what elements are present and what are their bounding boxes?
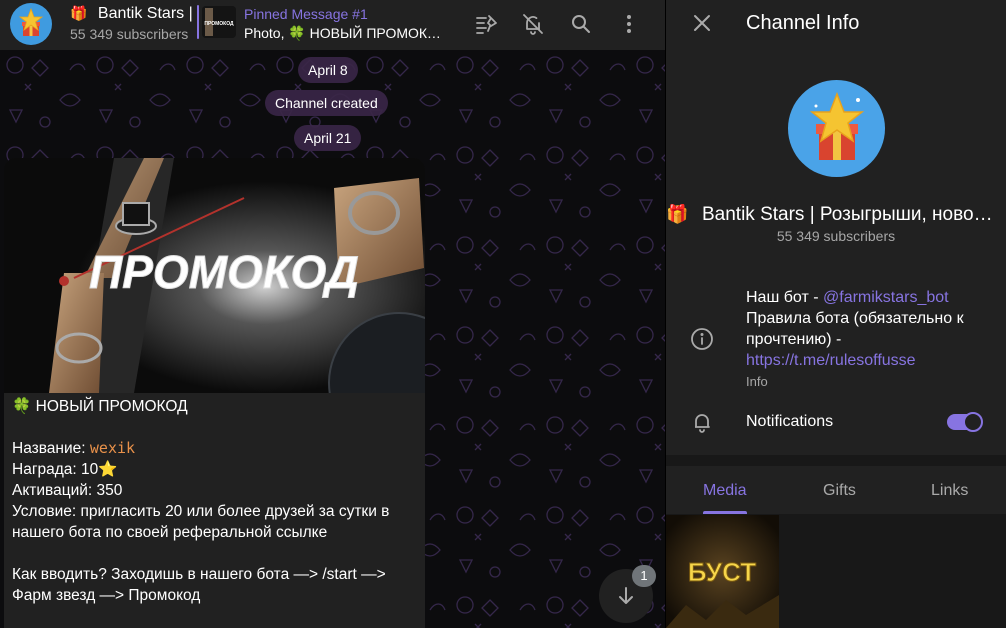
svg-text:ПРОМОКОД: ПРОМОКОД <box>89 246 359 298</box>
channel-info-panel: Channel Info 🎁 Bantik Stars | Розыгрыши, … <box>666 0 1006 628</box>
toggle-knob <box>963 412 983 432</box>
media-thumbnail[interactable]: БУСТ <box>666 515 779 628</box>
gift-emoji: 🎁 <box>70 5 88 21</box>
condition-text: Условие: пригласить 20 или более друзей … <box>12 503 390 520</box>
message-bubble[interactable]: ПРОМОКОД 🍀 НОВЫЙ ПРОМОКОД Название: wexi… <box>4 158 425 628</box>
more-menu-icon[interactable] <box>617 12 641 36</box>
reward-text: Награда: 10 <box>12 461 99 478</box>
clover-emoji: 🍀 <box>12 398 32 415</box>
star-emoji: ⭐ <box>98 461 118 478</box>
subscriber-count: 55 349 subscribers <box>70 26 189 42</box>
tab-gifts[interactable]: Gifts <box>823 482 856 500</box>
channel-avatar-large[interactable] <box>788 80 885 177</box>
promo-image[interactable]: ПРОМОКОД <box>4 158 425 393</box>
svg-text:БУСТ: БУСТ <box>688 557 756 587</box>
promo-code[interactable]: wexik <box>90 439 135 457</box>
message-text: 🍀 НОВЫЙ ПРОМОКОД Название: wexik Награда… <box>12 396 417 606</box>
mute-bell-icon[interactable] <box>521 12 545 36</box>
condition-text-cont: нашего бота по своей реферальной ссылке <box>12 524 328 541</box>
pinned-title[interactable]: Pinned Message #1 <box>244 6 368 22</box>
info-icon <box>690 327 714 351</box>
rules-link[interactable]: https://t.me/rulesoffusse <box>746 352 916 369</box>
svg-text:ПРОМОКОД: ПРОМОКОД <box>204 21 234 27</box>
notifications-label: Notifications <box>746 413 834 430</box>
media-tabs: Media Gifts Links <box>666 466 1006 514</box>
channel-avatar[interactable] <box>10 3 52 45</box>
pinned-text[interactable]: Photo, 🍀 НОВЫЙ ПРОМОКОД <box>244 25 444 42</box>
howto-text-cont: Фарм звезд —> Промокод <box>12 587 201 604</box>
chat-header[interactable]: 🎁 Bantik Stars | Розыгрыши, новости 55 3… <box>0 0 665 50</box>
search-icon[interactable] <box>569 12 593 36</box>
pinned-list-icon[interactable] <box>474 12 498 36</box>
notifications-toggle[interactable] <box>947 412 983 432</box>
channel-name: 🎁 Bantik Stars | Розыгрыши, новости <box>666 204 1000 226</box>
code-label: Название: <box>12 440 86 457</box>
channel-title-text: Bantik Stars | Розыгрыши, новости <box>97 5 195 22</box>
date-separator: April 8 <box>298 57 358 83</box>
bell-icon <box>690 410 714 434</box>
message-headline: НОВЫЙ ПРОМОКОД <box>35 398 188 415</box>
arrow-down-icon <box>619 587 633 604</box>
active-tab-indicator <box>703 511 747 514</box>
close-icon[interactable] <box>690 11 714 35</box>
bot-link[interactable]: @farmikstars_bot <box>823 289 949 306</box>
activations-text: Активаций: 350 <box>12 482 123 499</box>
chat-area: 🎁 Bantik Stars | Розыгрыши, новости 55 3… <box>0 0 665 628</box>
channel-title[interactable]: 🎁 Bantik Stars | Розыгрыши, новости <box>70 5 195 23</box>
channel-description: Наш бот - @farmikstars_bot Правила бота … <box>746 289 964 369</box>
pinned-indicator <box>197 5 199 39</box>
tab-links[interactable]: Links <box>931 482 968 500</box>
description-label: Info <box>746 374 768 389</box>
howto-text: Как вводить? Заходишь в нашего бота —> /… <box>12 566 386 583</box>
tab-media[interactable]: Media <box>703 482 747 500</box>
subscriber-count: 55 349 subscribers <box>776 228 896 244</box>
date-separator: April 21 <box>294 125 362 151</box>
pinned-thumbnail[interactable]: ПРОМОКОД <box>202 6 236 38</box>
panel-title: Channel Info <box>746 12 860 34</box>
gift-emoji: 🎁 <box>666 204 689 224</box>
service-message: Channel created <box>265 90 388 116</box>
channel-name-text: Bantik Stars | Розыгрыши, новости <box>702 204 1000 225</box>
unread-badge: 1 <box>632 565 656 587</box>
